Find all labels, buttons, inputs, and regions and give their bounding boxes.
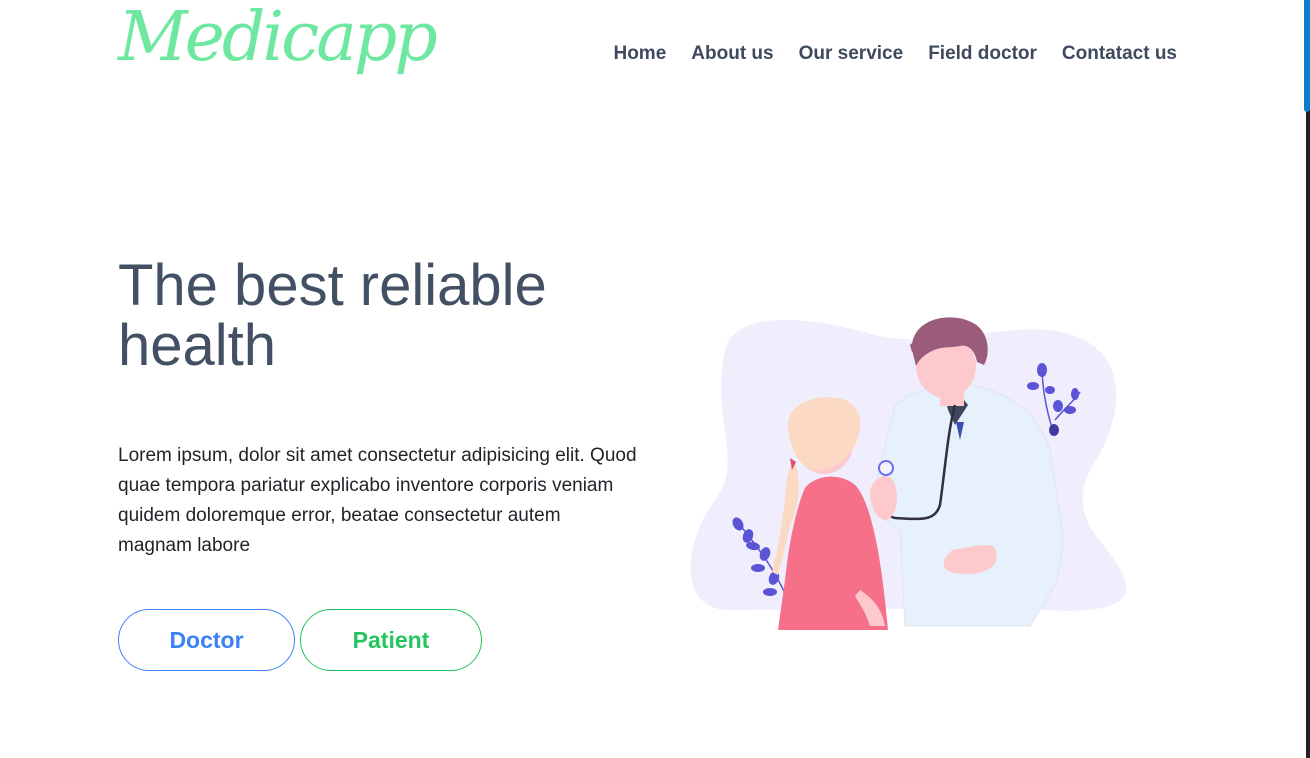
window-edge-accent [1304, 0, 1310, 112]
hero-description: Lorem ipsum, dolor sit amet consectetur … [118, 445, 637, 556]
nav-home[interactable]: Home [613, 43, 666, 65]
nav-contact-us[interactable]: Contatact us [1062, 43, 1177, 65]
nav-about-us[interactable]: About us [691, 43, 773, 65]
nav-field-doctor[interactable]: Field doctor [928, 43, 1037, 65]
brand-logo[interactable]: Medicapp [118, 4, 438, 72]
main-nav: Home About us Our service Field doctor C… [613, 43, 1177, 65]
doctor-button[interactable]: Doctor [118, 609, 295, 671]
patient-button[interactable]: Patient [300, 609, 482, 671]
doctor-patient-illustration [690, 317, 1127, 630]
window-edge [1306, 0, 1310, 758]
hero-title: The best reliable health [118, 253, 547, 378]
nav-our-service[interactable]: Our service [799, 43, 904, 65]
